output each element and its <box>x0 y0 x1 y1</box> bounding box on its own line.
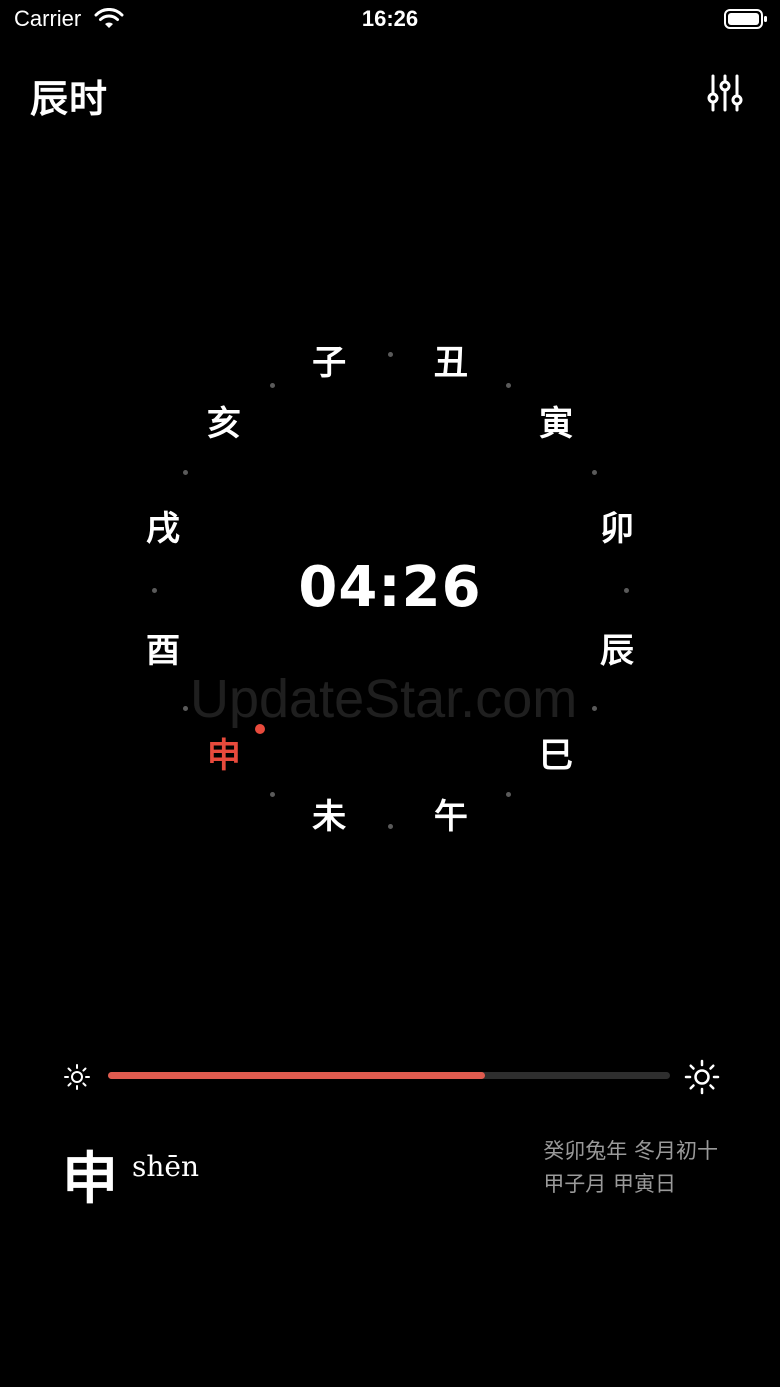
sun-small-icon <box>64 1064 90 1090</box>
dial-tick <box>269 791 275 797</box>
dial-tick <box>387 823 393 829</box>
dial-tick <box>387 351 393 357</box>
current-branch-character: 申 <box>62 1146 118 1212</box>
sliders-icon <box>707 74 743 112</box>
branch-10: 戌 <box>146 509 180 550</box>
settings-button[interactable] <box>700 70 750 116</box>
brightness-slider-fill <box>108 1072 485 1079</box>
lunar-date: 癸卯兔年 冬月初十 甲子月 甲寅日 <box>543 1135 718 1201</box>
branch-11: 亥 <box>206 403 241 444</box>
branch-9: 酉 <box>146 630 180 671</box>
branch-0: 子 <box>312 343 347 383</box>
dial-tick <box>505 791 511 797</box>
brightness-slider[interactable] <box>108 1072 670 1079</box>
page-title: 辰时 <box>30 77 109 121</box>
clock-time: 04:26 <box>298 555 482 620</box>
status-bar: Carrier 16:26 <box>0 0 780 40</box>
branch-1: 丑 <box>433 343 468 383</box>
dial-tick <box>623 587 629 593</box>
branch-7: 未 <box>312 796 347 837</box>
brightness-slider-row <box>60 1058 720 1095</box>
branch-2: 寅 <box>539 403 574 444</box>
dial-tick <box>591 469 597 475</box>
zodiac-hour-dial: 04:26 子 丑寅卯辰巳午 未 申 酉 戌 亥 <box>130 330 650 850</box>
lunar-date-line1: 癸卯兔年 冬月初十 <box>543 1139 718 1163</box>
branch-5: 巳 <box>539 736 574 777</box>
current-time-marker <box>255 723 266 734</box>
dial-tick <box>151 587 157 593</box>
lunar-date-line2: 甲子月 甲寅日 <box>543 1172 676 1196</box>
current-branch-pinyin: shēn <box>132 1150 200 1183</box>
branch-4: 辰 <box>599 630 634 671</box>
dial-tick <box>269 383 275 389</box>
battery-icon <box>724 9 767 29</box>
dial-tick <box>505 383 511 389</box>
status-time: 16:26 <box>361 6 419 31</box>
dial-tick <box>183 469 189 475</box>
branch-3: 卯 <box>599 509 634 550</box>
dial-tick <box>591 705 597 711</box>
branch-6: 午 <box>433 796 468 837</box>
branch-8: 申 <box>206 736 241 777</box>
dial-tick <box>183 705 189 711</box>
sun-large-icon <box>684 1059 720 1095</box>
